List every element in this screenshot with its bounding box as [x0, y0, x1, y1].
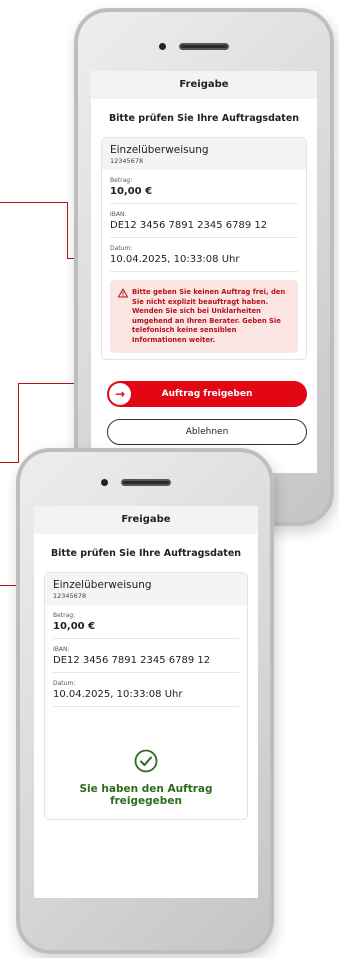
connector-line-middle: [0, 462, 19, 463]
order-number: 12345678: [110, 157, 144, 165]
amount-value: 10,00 €: [53, 621, 96, 632]
phone-frame-approved: Freigabe Bitte prüfen Sie Ihre Auftragsd…: [16, 448, 274, 954]
order-card: Einzelüberweisung 12345678 Betrag: 10,00…: [101, 137, 307, 360]
iban-label: IBAN:: [110, 211, 127, 218]
amount-field: Betrag: 10,00 €: [53, 605, 239, 639]
order-card-header: Einzelüberweisung 12345678: [102, 138, 306, 170]
date-value: 10.04.2025, 10:33:08 Uhr: [53, 689, 183, 700]
warning-triangle-icon: [118, 288, 128, 298]
amount-value: 10,00 €: [110, 186, 153, 197]
phone-camera: [101, 479, 108, 486]
iban-value: DE12 3456 7891 2345 6789 12: [53, 655, 211, 666]
approve-order-button[interactable]: → Auftrag freigeben: [107, 381, 307, 407]
date-value: 10.04.2025, 10:33:08 Uhr: [110, 254, 240, 265]
screen-title: Freigabe: [91, 71, 317, 99]
order-type: Einzelüberweisung: [110, 144, 209, 156]
approve-order-label: Auftrag freigeben: [161, 389, 253, 399]
iban-value: DE12 3456 7891 2345 6789 12: [110, 220, 268, 231]
warning-box: Bitte geben Sie keinen Auftrag frei, den…: [110, 280, 298, 353]
date-label: Datum:: [110, 245, 133, 252]
date-field: Datum: 10.04.2025, 10:33:08 Uhr: [53, 673, 239, 707]
page-headline: Bitte prüfen Sie Ihre Auftragsdaten: [108, 113, 300, 124]
decline-button[interactable]: Ablehnen: [107, 419, 307, 445]
phone-screen: Freigabe Bitte prüfen Sie Ihre Auftragsd…: [91, 71, 317, 473]
order-number: 12345678: [53, 592, 87, 600]
amount-label: Betrag:: [110, 177, 133, 184]
date-label: Datum:: [53, 680, 76, 687]
connector-line-top: [67, 202, 68, 259]
page-headline: Bitte prüfen Sie Ihre Auftragsdaten: [50, 548, 242, 559]
connector-line-middle: [18, 383, 19, 463]
arrow-right-icon: →: [109, 383, 131, 405]
phone-camera: [159, 43, 166, 50]
check-circle-icon: [134, 749, 158, 773]
amount-label: Betrag:: [53, 612, 76, 619]
order-card-header: Einzelüberweisung 12345678: [45, 573, 247, 605]
success-message: Sie haben den Auftrag freigegeben: [79, 783, 213, 807]
decline-label: Ablehnen: [185, 427, 229, 437]
date-field: Datum: 10.04.2025, 10:33:08 Uhr: [110, 238, 298, 272]
phone-screen: Freigabe Bitte prüfen Sie Ihre Auftragsd…: [34, 506, 258, 898]
order-type: Einzelüberweisung: [53, 579, 152, 591]
phone-speaker: [179, 43, 229, 50]
order-card: Einzelüberweisung 12345678 Betrag: 10,00…: [44, 572, 248, 820]
iban-label: IBAN:: [53, 646, 70, 653]
iban-field: IBAN: DE12 3456 7891 2345 6789 12: [53, 639, 239, 673]
screen-title: Freigabe: [34, 506, 258, 534]
amount-field: Betrag: 10,00 €: [110, 170, 298, 204]
warning-text: Bitte geben Sie keinen Auftrag frei, den…: [132, 288, 286, 344]
phone-speaker: [121, 479, 171, 486]
connector-line-top: [0, 202, 68, 203]
iban-field: IBAN: DE12 3456 7891 2345 6789 12: [110, 204, 298, 238]
